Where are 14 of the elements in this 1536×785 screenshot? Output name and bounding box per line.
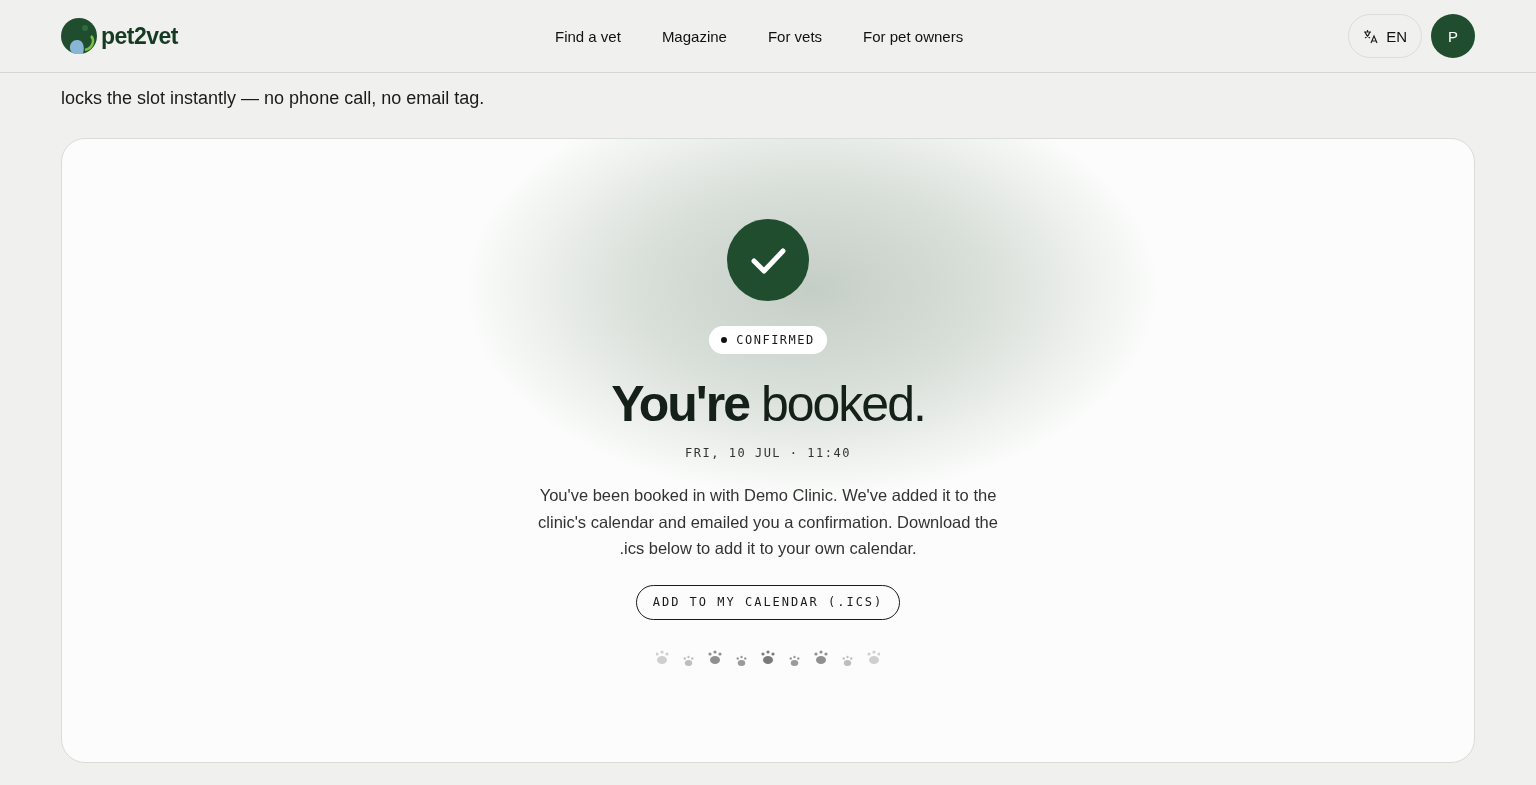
nav-link[interactable]: For pet owners [863,27,964,45]
user-avatar[interactable]: P [1431,14,1475,58]
nav-link[interactable]: Find a vet [555,27,621,45]
translate-icon [1363,28,1379,44]
nav-link[interactable]: Magazine [661,27,727,45]
intro-text: locks the slot instantly — no phone call, no email tag. [61,87,486,110]
logo-icon [61,18,97,54]
booking-datetime: FRI, 10 JUL · 11:40 [685,446,851,460]
logo-text[interactable]: pet2vet [101,22,179,50]
confirmation-message: You've been booked in with Demo Clinic. We've added it to the clinic's calendar and emailed you a confirmation. Download the .ics below to add it to your own calendar. [537,485,999,559]
check-icon [727,219,809,301]
confirmation-heading: You're booked. [611,375,925,434]
nav-link[interactable]: For vets [767,27,823,45]
status-badge: CONFIRMED [709,326,827,354]
